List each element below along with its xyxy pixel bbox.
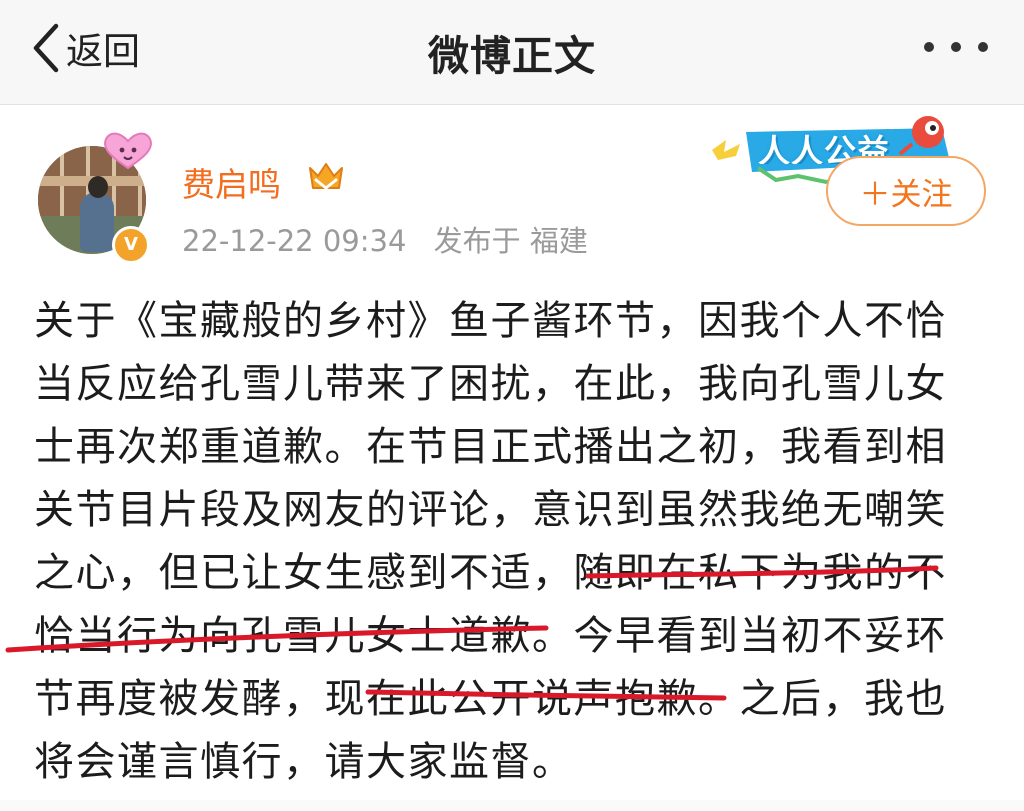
vip-crown-icon bbox=[309, 163, 343, 190]
post-text: 关于《宝藏般的乡村》鱼子酱环节，因我个人不恰 当反应给孔雪儿带来了困扰，在此，我… bbox=[34, 290, 964, 794]
author-name[interactable]: 费启鸣 bbox=[182, 158, 281, 206]
bottom-toolbar-edge bbox=[0, 800, 1024, 811]
post-line: 将会谨言慎行，请大家监督。 bbox=[34, 739, 574, 785]
more-dots-icon bbox=[978, 42, 988, 52]
more-options-button[interactable] bbox=[924, 40, 988, 54]
author-avatar-wrap[interactable]: V bbox=[34, 130, 156, 264]
heart-mascot-icon bbox=[104, 132, 152, 170]
follow-button[interactable]: ＋关注 bbox=[826, 156, 986, 226]
top-nav-bar: 返回 微博正文 bbox=[0, 0, 1024, 105]
post-meta: 22-12-22 09:34 发布于 福建 bbox=[182, 218, 588, 260]
post-line: 之心，但已让女生感到不适，随即在私下为我的不 bbox=[34, 550, 947, 596]
post-line: 士再次郑重道歉。在节目正式播出之初，我看到相 bbox=[34, 424, 947, 470]
post-line: 关于《宝藏般的乡村》鱼子酱环节，因我个人不恰 bbox=[34, 298, 947, 344]
post-line: 节再度被发酵，现在此公开说声抱歉。之后，我也 bbox=[34, 676, 947, 722]
post-line: 恰当行为向孔雪儿女士道歉。今早看到当初不妥环 bbox=[34, 613, 947, 659]
verified-v-icon: V bbox=[112, 226, 150, 264]
more-dots-icon bbox=[924, 42, 934, 52]
post-location: 发布于 福建 bbox=[433, 224, 588, 258]
post-line: 关节目片段及网友的评论，意识到虽然我绝无嘲笑 bbox=[34, 487, 947, 533]
post-line: 当反应给孔雪儿带来了困扰，在此，我向孔雪儿女 bbox=[34, 361, 947, 407]
page-title: 微博正文 bbox=[428, 32, 596, 80]
post-timestamp: 22-12-22 09:34 bbox=[182, 224, 407, 258]
more-dots-icon bbox=[951, 42, 961, 52]
